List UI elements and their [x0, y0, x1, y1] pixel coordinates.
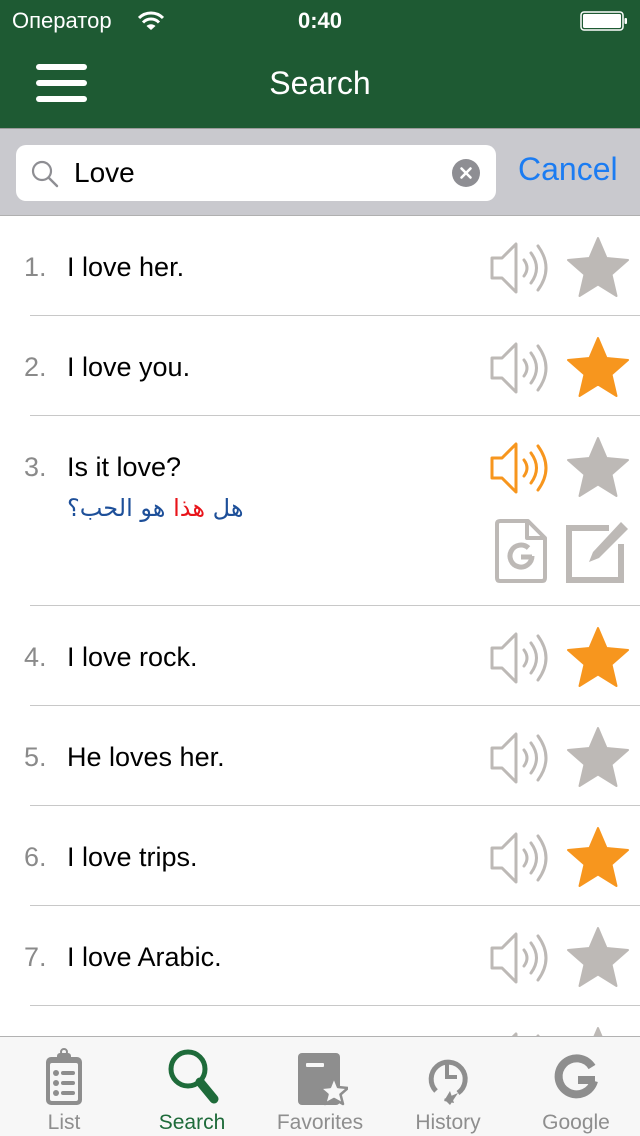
- result-text: I love you.: [67, 352, 191, 382]
- star-icon[interactable]: [565, 726, 631, 790]
- tab-label: Favorites: [276, 1111, 364, 1134]
- book-star-icon: [298, 1053, 348, 1106]
- result-row[interactable]: 3. Is it love? هل هذا هو الحب؟: [0, 416, 640, 606]
- tab-label: List: [47, 1111, 81, 1134]
- star-icon[interactable]: [565, 436, 631, 500]
- result-number: 1.: [24, 252, 47, 282]
- speaker-icon[interactable]: [488, 928, 552, 988]
- speaker-icon[interactable]: [488, 728, 552, 788]
- tab-history[interactable]: History: [384, 1037, 512, 1136]
- arabic-translation: هل هذا هو الحب؟: [67, 494, 243, 522]
- star-icon[interactable]: [565, 926, 631, 990]
- search-input[interactable]: [74, 153, 444, 193]
- result-row[interactable]: 1. I love her.: [0, 216, 640, 316]
- edit-note-icon[interactable]: [565, 518, 631, 584]
- tab-google[interactable]: Google: [512, 1037, 640, 1136]
- app-root: Оператор 0:40 Search Love Cancel 1. I lo…: [0, 0, 640, 1136]
- magnifier-icon: [168, 1049, 219, 1104]
- status-time: 0:40: [297, 8, 343, 33]
- clear-search-button[interactable]: [452, 159, 480, 187]
- translation-highlight: هذا: [173, 494, 206, 522]
- tab-label: History: [415, 1111, 481, 1134]
- page-title: Search: [269, 65, 371, 101]
- result-number: 6.: [24, 842, 47, 872]
- speaker-icon[interactable]: [488, 828, 552, 888]
- speaker-icon[interactable]: [488, 238, 552, 298]
- google-translate-doc-icon[interactable]: [494, 518, 548, 584]
- translation-part: هو الحب؟: [67, 494, 174, 522]
- speaker-icon[interactable]: [488, 628, 552, 688]
- result-number: 3.: [24, 452, 47, 482]
- tab-label: Google: [542, 1111, 610, 1134]
- navigation-bar: Search: [0, 40, 640, 128]
- result-row[interactable]: 5. He loves her.: [0, 706, 640, 806]
- tab-bar: List Search Favorites History Google: [0, 1036, 640, 1136]
- speaker-icon[interactable]: [488, 438, 552, 498]
- result-text: I love rock.: [67, 642, 198, 672]
- cancel-button[interactable]: Cancel: [518, 151, 618, 188]
- tab-favorites[interactable]: Favorites: [256, 1037, 384, 1136]
- result-number: 4.: [24, 642, 47, 672]
- search-bar: Cancel: [0, 128, 640, 216]
- result-number: 5.: [24, 742, 47, 772]
- star-filled-icon[interactable]: [565, 826, 631, 890]
- result-text: Is it love?: [67, 452, 182, 482]
- google-g-icon: [554, 1054, 598, 1099]
- result-text: I love trips.: [67, 842, 198, 872]
- clock-history-icon: [428, 1059, 468, 1105]
- result-number: 7.: [24, 942, 47, 972]
- translation-part: هل: [205, 494, 244, 522]
- result-row[interactable]: 6. I love trips.: [0, 806, 640, 906]
- result-row[interactable]: 2. I love you.: [0, 316, 640, 416]
- speaker-icon[interactable]: [488, 1028, 552, 1036]
- result-text: I love her.: [67, 252, 185, 282]
- battery-full-icon: [580, 11, 627, 31]
- result-text: He loves her.: [67, 742, 225, 772]
- search-field[interactable]: [16, 145, 496, 201]
- status-bar: Оператор 0:40: [0, 0, 640, 40]
- header: Оператор 0:40 Search: [0, 0, 640, 128]
- clipboard-list-icon: [46, 1048, 82, 1105]
- result-number: 2.: [24, 352, 47, 382]
- star-icon[interactable]: [565, 236, 631, 300]
- result-row[interactable]: 7. I love Arabic.: [0, 906, 640, 1006]
- speaker-icon[interactable]: [488, 338, 552, 398]
- tab-search[interactable]: Search: [128, 1037, 256, 1136]
- star-filled-icon[interactable]: [565, 626, 631, 690]
- star-icon[interactable]: [565, 1026, 631, 1036]
- results-list[interactable]: 1. I love her. 2. I love you. 3. Is it love…: [0, 216, 640, 1036]
- clear-circle-icon: [460, 167, 472, 179]
- result-row[interactable]: 4. I love rock.: [0, 606, 640, 706]
- tab-label: Search: [158, 1111, 226, 1134]
- result-row[interactable]: [0, 1006, 640, 1036]
- tab-list[interactable]: List: [0, 1037, 128, 1136]
- star-filled-icon[interactable]: [565, 336, 631, 400]
- magnifier-icon: [31, 160, 59, 188]
- result-text: I love Arabic.: [67, 942, 222, 972]
